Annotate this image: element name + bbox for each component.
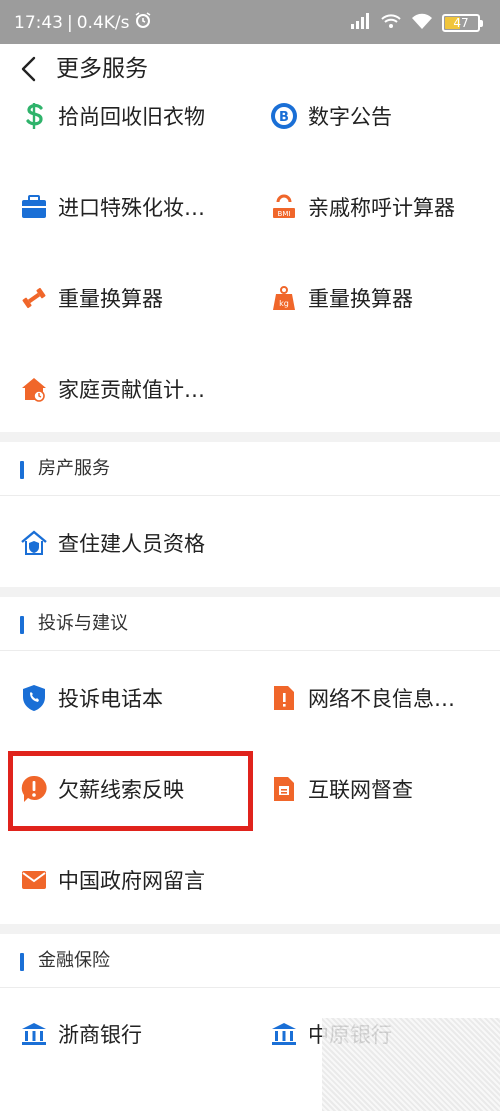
service-label: 查住建人员资格 <box>58 532 205 556</box>
status-speed: 0.4K/s <box>76 12 130 33</box>
wifi-icon <box>411 12 433 34</box>
section-header-complaints: 投诉与建议 <box>0 597 500 651</box>
service-complaint-phone[interactable]: 投诉电话本 <box>20 678 163 718</box>
section-accent-bar <box>20 953 24 971</box>
back-button[interactable] <box>12 50 46 88</box>
section-header-finance: 金融保险 <box>0 934 500 988</box>
service-weight-calc-1[interactable]: 重量换算器 <box>20 278 163 318</box>
section-divider <box>0 432 500 442</box>
bank-icon <box>270 1020 298 1048</box>
section-accent-bar <box>20 616 24 634</box>
document-check-icon <box>270 775 298 803</box>
watermark <box>322 1018 500 1111</box>
service-label: 互联网督查 <box>308 778 413 802</box>
service-gov-message[interactable]: 中国政府网留言 <box>20 860 205 900</box>
service-label: 重量换算器 <box>308 287 413 311</box>
page-title: 更多服务 <box>56 56 148 82</box>
section-header-real-estate: 房产服务 <box>0 442 500 496</box>
status-bar: 17:43 | 0.4K/s 47 <box>0 0 500 44</box>
service-recycle-clothes[interactable]: 拾尚回收旧衣物 <box>20 96 205 136</box>
service-label: 数字公告 <box>308 105 392 129</box>
battery-icon: 47 <box>442 14 483 32</box>
status-left: 17:43 | 0.4K/s <box>14 11 152 34</box>
relatives-icon: BMI <box>270 193 298 221</box>
b-badge-icon: B <box>270 102 298 130</box>
house-shield-icon <box>20 529 48 557</box>
service-zheshang-bank[interactable]: 浙商银行 <box>20 1014 142 1054</box>
service-digital-notice[interactable]: B 数字公告 <box>270 96 392 136</box>
section-accent-bar <box>20 461 24 479</box>
alarm-icon <box>134 11 152 34</box>
svg-text:kg: kg <box>279 299 289 308</box>
mail-icon <box>20 866 48 894</box>
chevron-left-icon <box>21 56 36 82</box>
service-label: 亲戚称呼计算器 <box>308 196 455 220</box>
svg-text:B: B <box>279 110 289 125</box>
status-time: 17:43 <box>14 12 63 33</box>
service-label: 重量换算器 <box>58 287 163 311</box>
section-title: 投诉与建议 <box>38 613 128 634</box>
section-divider <box>0 924 500 934</box>
service-bad-info[interactable]: 网络不良信息… <box>270 678 455 718</box>
phone-shield-icon <box>20 684 48 712</box>
battery-level: 47 <box>453 16 469 30</box>
nav-bar: 更多服务 <box>0 44 500 94</box>
service-label: 网络不良信息… <box>308 687 455 711</box>
bank-icon <box>20 1020 48 1048</box>
section-title: 金融保险 <box>38 950 110 971</box>
service-label: 家庭贡献值计… <box>58 378 205 402</box>
service-label: 中国政府网留言 <box>58 869 205 893</box>
house-icon <box>20 375 48 403</box>
status-right: 47 <box>349 12 483 34</box>
service-home-value[interactable]: 家庭贡献值计… <box>20 369 205 409</box>
service-check-builder[interactable]: 查住建人员资格 <box>20 523 205 563</box>
service-label: 浙商银行 <box>58 1023 142 1047</box>
service-import-special[interactable]: 进口特殊化妆… <box>20 187 205 227</box>
service-label: 拾尚回收旧衣物 <box>58 105 205 129</box>
service-relative-calc[interactable]: BMI 亲戚称呼计算器 <box>270 187 455 227</box>
service-internet-supervision[interactable]: 互联网督查 <box>270 769 413 809</box>
recycle-dollar-icon <box>20 102 48 130</box>
status-separator: | <box>67 12 73 33</box>
service-label: 投诉电话本 <box>58 687 163 711</box>
dumbbell-icon <box>20 284 48 312</box>
svg-text:BMI: BMI <box>278 210 291 218</box>
signal-icon <box>349 12 371 34</box>
section-divider <box>0 587 500 597</box>
service-label: 进口特殊化妆… <box>58 196 205 220</box>
warning-document-icon <box>270 684 298 712</box>
briefcase-icon <box>20 193 48 221</box>
wifi-icon-secondary <box>380 12 402 34</box>
highlight-box <box>8 751 253 831</box>
kg-weight-icon: kg <box>270 284 298 312</box>
section-title: 房产服务 <box>38 458 110 479</box>
service-weight-calc-2[interactable]: kg 重量换算器 <box>270 278 413 318</box>
